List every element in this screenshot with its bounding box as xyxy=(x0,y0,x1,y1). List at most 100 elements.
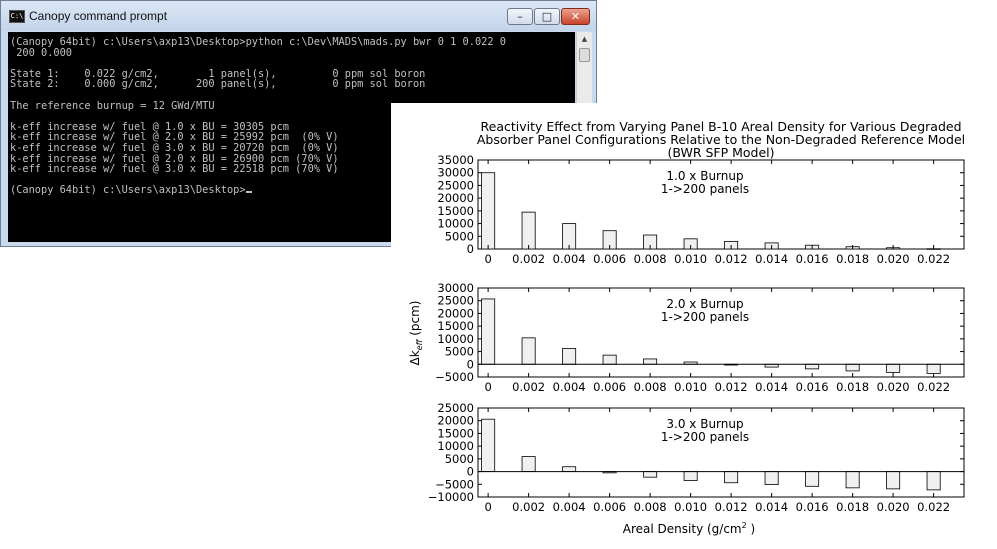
y-axis-label: Δkeff (pcm) xyxy=(408,301,424,366)
bar xyxy=(481,418,496,472)
y-tick-label: 5000 xyxy=(445,345,474,359)
y-tick-label: 20000 xyxy=(437,414,474,428)
x-tick-label: 0.022 xyxy=(917,252,950,266)
y-axis-label-unit: (pcm) xyxy=(408,301,422,340)
y-tick-label: 0 xyxy=(467,357,474,371)
bar xyxy=(724,471,739,484)
bar xyxy=(764,471,779,485)
bar xyxy=(805,471,820,487)
x-tick-label: 0.002 xyxy=(512,252,545,266)
x-tick-label: 0.018 xyxy=(836,252,869,266)
panel-annotation: 1.0 x Burnup xyxy=(666,169,743,183)
scroll-thumb[interactable] xyxy=(579,48,590,62)
chart-svg: Reactivity Effect from Varying Panel B-1… xyxy=(408,119,965,536)
y-tick-label: 20000 xyxy=(437,191,474,205)
x-tick-label: 0.006 xyxy=(593,252,626,266)
title-bar[interactable]: C:\ Canopy command prompt – □ ✕ xyxy=(1,1,596,31)
x-tick-label: 0.012 xyxy=(715,380,748,394)
y-tick-label: 0 xyxy=(467,242,474,256)
x-tick-label: 0.002 xyxy=(512,380,545,394)
y-tick-label: 25000 xyxy=(437,401,474,415)
minimize-icon: – xyxy=(517,10,523,23)
y-tick-label: 30000 xyxy=(437,166,474,180)
console-line: k-eff increase w/ fuel @ 3.0 x BU = 2251… xyxy=(10,163,339,176)
y-tick-label: 15000 xyxy=(437,426,474,440)
x-tick-label: 0.004 xyxy=(553,500,586,514)
bar xyxy=(521,211,536,250)
y-tick-label: −5000 xyxy=(435,477,474,491)
x-tick-label: 0.022 xyxy=(917,500,950,514)
maximize-icon: □ xyxy=(541,10,553,23)
x-tick-label: 0.006 xyxy=(593,500,626,514)
y-tick-label: 10000 xyxy=(437,332,474,346)
panel-annotation: 1->200 panels xyxy=(661,182,749,196)
x-tick-label: 0.010 xyxy=(674,500,707,514)
bar xyxy=(926,363,941,374)
y-tick-label: 0 xyxy=(467,465,474,479)
x-tick-label: 0.020 xyxy=(877,252,910,266)
bar xyxy=(521,456,536,472)
bar xyxy=(643,471,658,478)
x-tick-label: 0.010 xyxy=(674,380,707,394)
x-tick-label: 0.008 xyxy=(634,252,667,266)
x-tick-label: 0.014 xyxy=(755,500,788,514)
x-tick-label: 0.004 xyxy=(553,380,586,394)
x-tick-label: 0.018 xyxy=(836,380,869,394)
x-tick-label: 0.002 xyxy=(512,500,545,514)
minimize-button[interactable]: – xyxy=(507,8,533,25)
console-line: The reference burnup = 12 GWd/MTU xyxy=(10,99,215,112)
x-tick-label: 0.004 xyxy=(553,252,586,266)
x-tick-label: 0.020 xyxy=(877,500,910,514)
y-tick-label: 30000 xyxy=(437,281,474,295)
x-axis-label: Areal Density (g/cm2 ) xyxy=(623,521,755,536)
maximize-button[interactable]: □ xyxy=(534,8,560,25)
bar xyxy=(481,298,496,365)
close-button[interactable]: ✕ xyxy=(561,8,590,25)
panel-annotation: 2.0 x Burnup xyxy=(666,297,743,311)
x-tick-label: 0.020 xyxy=(877,380,910,394)
y-tick-label: −10000 xyxy=(428,490,474,504)
bar xyxy=(886,471,901,490)
console-line: (Canopy 64bit) c:\Users\axp13\Desktop>py… xyxy=(10,36,506,48)
x-tick-label: 0 xyxy=(484,380,491,394)
scroll-up-icon[interactable]: ▲ xyxy=(577,32,592,47)
x-tick-label: 0.008 xyxy=(634,500,667,514)
bar xyxy=(481,172,496,250)
x-tick-label: 0.016 xyxy=(796,380,829,394)
y-tick-label: 15000 xyxy=(437,204,474,218)
text-cursor xyxy=(245,191,252,194)
x-tick-label: 0.012 xyxy=(715,500,748,514)
panel-annotation: 3.0 x Burnup xyxy=(666,417,743,431)
x-tick-label: 0 xyxy=(484,252,491,266)
panel-annotation: 1->200 panels xyxy=(661,310,749,324)
y-tick-label: 25000 xyxy=(437,178,474,192)
console-line: State 2: 0.000 g/cm2, 200 panel(s), 0 pp… xyxy=(10,78,426,91)
bar xyxy=(845,363,860,372)
y-tick-label: 10000 xyxy=(437,217,474,231)
panel-annotation: 1->200 panels xyxy=(661,430,749,444)
y-tick-label: −5000 xyxy=(435,370,474,384)
bar xyxy=(683,471,698,481)
bar xyxy=(562,348,577,365)
x-tick-label: 0.014 xyxy=(755,380,788,394)
x-tick-label: 0.008 xyxy=(634,380,667,394)
bar xyxy=(845,471,860,489)
window-title: Canopy command prompt xyxy=(29,9,168,23)
x-tick-label: 0.016 xyxy=(796,500,829,514)
console-line: (Canopy 64bit) c:\Users\axp13\Desktop> xyxy=(10,184,246,197)
y-tick-label: 35000 xyxy=(437,153,474,167)
chart-title-line: (BWR SFP Model) xyxy=(667,145,774,160)
y-axis-label-main: Δk xyxy=(408,350,422,365)
close-icon: ✕ xyxy=(570,10,581,23)
console-line: 200 0.000 xyxy=(10,46,72,59)
x-tick-label: 0 xyxy=(484,500,491,514)
y-tick-label: 10000 xyxy=(437,439,474,453)
y-tick-label: 25000 xyxy=(437,294,474,308)
y-tick-label: 5000 xyxy=(445,229,474,243)
x-axis-label-main: Areal Density (g/cm xyxy=(623,522,742,536)
bar xyxy=(805,363,820,370)
x-tick-label: 0.006 xyxy=(593,380,626,394)
console-app-icon: C:\ xyxy=(9,10,25,23)
y-tick-label: 5000 xyxy=(445,452,474,466)
x-tick-label: 0.018 xyxy=(836,500,869,514)
